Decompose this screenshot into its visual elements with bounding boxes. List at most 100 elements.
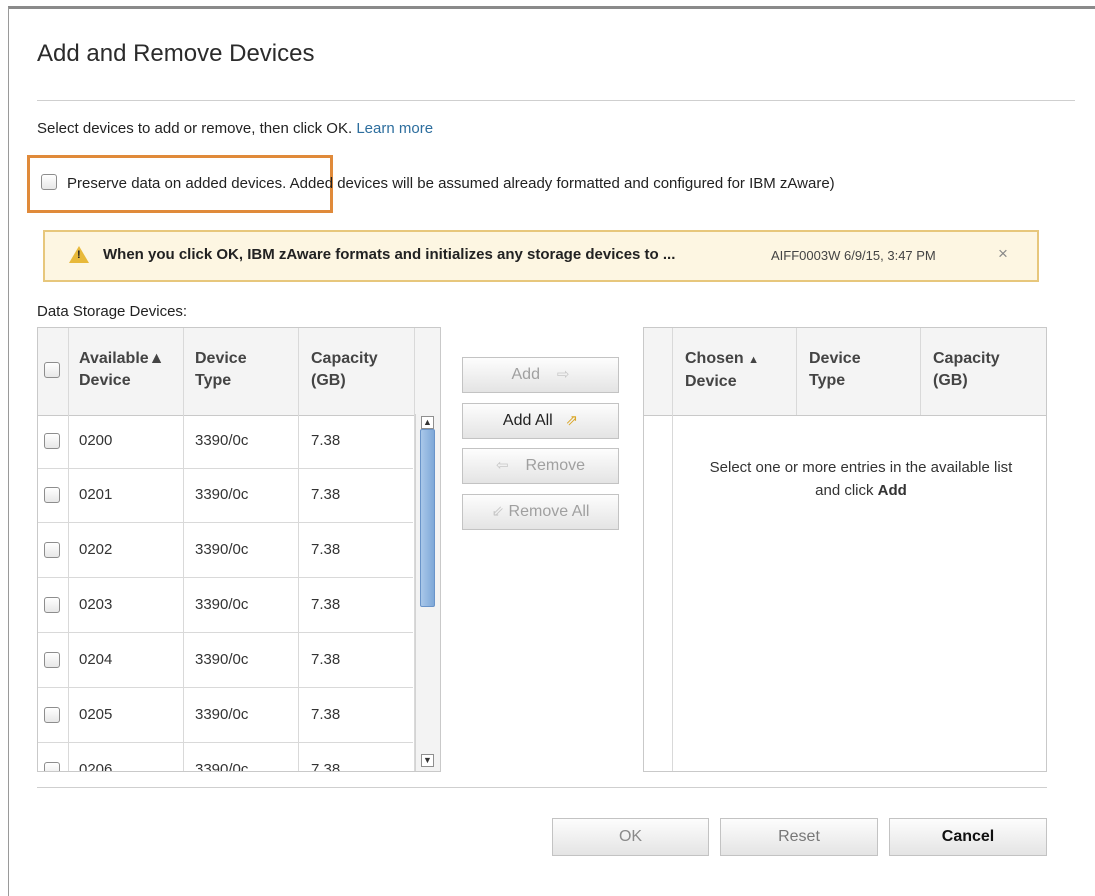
cell-device: 0204 [79, 651, 113, 668]
cell-type: 3390/0c [195, 486, 249, 503]
col-divider [796, 328, 797, 415]
scroll-down-arrow-icon[interactable]: ▼ [421, 754, 434, 767]
table-row[interactable]: 0201 3390/0c 7.38 [38, 469, 413, 523]
cell-capacity: 7.38 [311, 541, 341, 558]
remove-all-button[interactable]: ⇙ Remove All [462, 494, 619, 530]
col-capacity-line1: Capacity [311, 350, 378, 367]
col-chosen-type-line1: Device [809, 350, 861, 367]
cell-capacity: 7.38 [311, 651, 341, 668]
add-all-button[interactable]: Add All ⇗ [462, 403, 619, 439]
col-chosen-device-label: Chosen [685, 350, 744, 367]
double-arrow-icon: ⇗ [557, 412, 579, 429]
left-arrow-icon: ⇦ [495, 457, 522, 474]
footer-divider [37, 787, 1047, 788]
cell-capacity: 7.38 [311, 432, 341, 449]
col-device-type-line1: Device [195, 350, 247, 367]
col-chosen-type[interactable]: Device Type [809, 348, 861, 392]
title-divider [37, 100, 1075, 101]
table-row[interactable]: 0204 3390/0c 7.38 [38, 634, 413, 688]
col-device-type[interactable]: Device Type [195, 348, 247, 392]
cancel-button[interactable]: Cancel [889, 818, 1047, 856]
table-row[interactable]: 0205 3390/0c 7.38 [38, 689, 413, 743]
add-all-button-label: Add All [502, 412, 553, 429]
cell-device: 0205 [79, 706, 113, 723]
row-checkbox[interactable] [44, 433, 60, 449]
scrollbar-thumb[interactable] [420, 429, 435, 607]
remove-all-button-label: Remove All [508, 503, 590, 520]
row-checkbox[interactable] [44, 597, 60, 613]
ok-button[interactable]: OK [552, 818, 709, 856]
learn-more-link[interactable]: Learn more [356, 120, 433, 137]
cell-capacity: 7.38 [311, 596, 341, 613]
cell-capacity: 7.38 [311, 486, 341, 503]
select-all-checkbox[interactable] [44, 362, 60, 378]
col-divider [672, 328, 673, 771]
cell-type: 3390/0c [195, 432, 249, 449]
col-available-device-line1: Availabl⁠e▲ [79, 350, 165, 367]
warning-message: When you click OK, IBM zAware formats an… [103, 246, 676, 263]
warning-banner: ! When you click OK, IBM zAware formats … [43, 230, 1039, 282]
table-row[interactable]: 0202 3390/0c 7.38 [38, 524, 413, 578]
remove-button-label: Remove [525, 457, 586, 474]
sort-ascending-icon: ▲ [748, 354, 760, 366]
col-chosen-type-line2: Type [809, 372, 846, 389]
empty-message-line1: Select one or more entries in the availa… [709, 459, 1013, 476]
warning-code: AIFF0003W [771, 248, 841, 263]
empty-message-prefix: and click [815, 482, 874, 499]
cell-capacity: 7.38 [311, 706, 341, 723]
close-icon[interactable]: × [998, 244, 1008, 264]
empty-message-add: Add [877, 482, 907, 499]
cell-type: 3390/0c [195, 761, 249, 772]
double-left-arrow-icon: ⇙ [491, 503, 505, 520]
cell-device: 0206 [79, 761, 113, 772]
preserve-text: Preserve data on added devices. Added de… [67, 175, 835, 192]
right-arrow-icon: ⇨ [544, 366, 570, 383]
cell-device: 0201 [79, 486, 113, 503]
available-devices-grid: Availabl⁠e▲ Device Device Type Capacity … [37, 327, 441, 772]
row-checkbox[interactable] [44, 487, 60, 503]
cell-type: 3390/0c [195, 541, 249, 558]
scroll-up-arrow-icon[interactable]: ▲ [421, 416, 434, 429]
preserve-description: Added devices will be assumed already fo… [289, 175, 835, 192]
col-chosen-device-line2: Device [685, 373, 737, 390]
col-available-device-line2: Device [79, 372, 131, 389]
chosen-empty-message: Select one or more entries in the availa… [674, 456, 1046, 502]
col-chosen-capacity-line1: Capacity [933, 350, 1000, 367]
dialog-title: Add and Remove Devices [37, 40, 315, 67]
cell-device: 0202 [79, 541, 113, 558]
row-checkbox[interactable] [44, 707, 60, 723]
chosen-devices-grid: Chosen ▲ Device Device Type Capacity (GB… [643, 327, 1047, 772]
add-button-label: Add [511, 366, 540, 383]
row-checkbox[interactable] [44, 652, 60, 668]
warning-timestamp: 6/9/15, 3:47 PM [843, 248, 936, 263]
table-row[interactable]: 0206 3390/0c 7.38 [38, 744, 413, 772]
remove-button[interactable]: ⇦ Remove [462, 448, 619, 484]
intro-text: Select devices to add or remove, then cl… [37, 120, 433, 137]
empty-message-line2: and click Add [674, 479, 1046, 502]
cell-capacity: 7.38 [311, 761, 341, 772]
chosen-grid-header: Chosen ▲ Device Device Type Capacity (GB… [644, 328, 1046, 416]
col-chosen-device[interactable]: Chosen ▲ Device [685, 348, 759, 393]
table-row[interactable]: 0203 3390/0c 7.38 [38, 579, 413, 633]
warning-triangle-icon: ! [69, 246, 89, 263]
reset-button[interactable]: Reset [720, 818, 878, 856]
col-capacity-line2: (GB) [311, 372, 346, 389]
available-scrollbar[interactable]: ▲ ▼ [415, 414, 440, 771]
row-checkbox[interactable] [44, 762, 60, 771]
cell-type: 3390/0c [195, 596, 249, 613]
table-row[interactable]: 0200 3390/0c 7.38 [38, 415, 413, 469]
col-capacity[interactable]: Capacity (GB) [311, 348, 378, 392]
col-chosen-capacity[interactable]: Capacity (GB) [933, 348, 1000, 392]
col-chosen-device-line1: Chosen ▲ [685, 348, 759, 371]
available-section-label: Data Storage Devices: [37, 303, 188, 320]
intro-instruction: Select devices to add or remove, then cl… [37, 120, 353, 137]
cell-type: 3390/0c [195, 651, 249, 668]
row-checkbox[interactable] [44, 542, 60, 558]
col-chosen-capacity-line2: (GB) [933, 372, 968, 389]
preserve-label[interactable]: Preserve data on added devices. [67, 175, 286, 192]
preserve-data-checkbox[interactable] [41, 174, 57, 190]
cell-type: 3390/0c [195, 706, 249, 723]
add-button[interactable]: Add ⇨ [462, 357, 619, 393]
col-available-device[interactable]: Availabl⁠e▲ Device [79, 348, 165, 392]
warning-meta: AIFF0003W 6/9/15, 3:47 PM [771, 248, 936, 263]
